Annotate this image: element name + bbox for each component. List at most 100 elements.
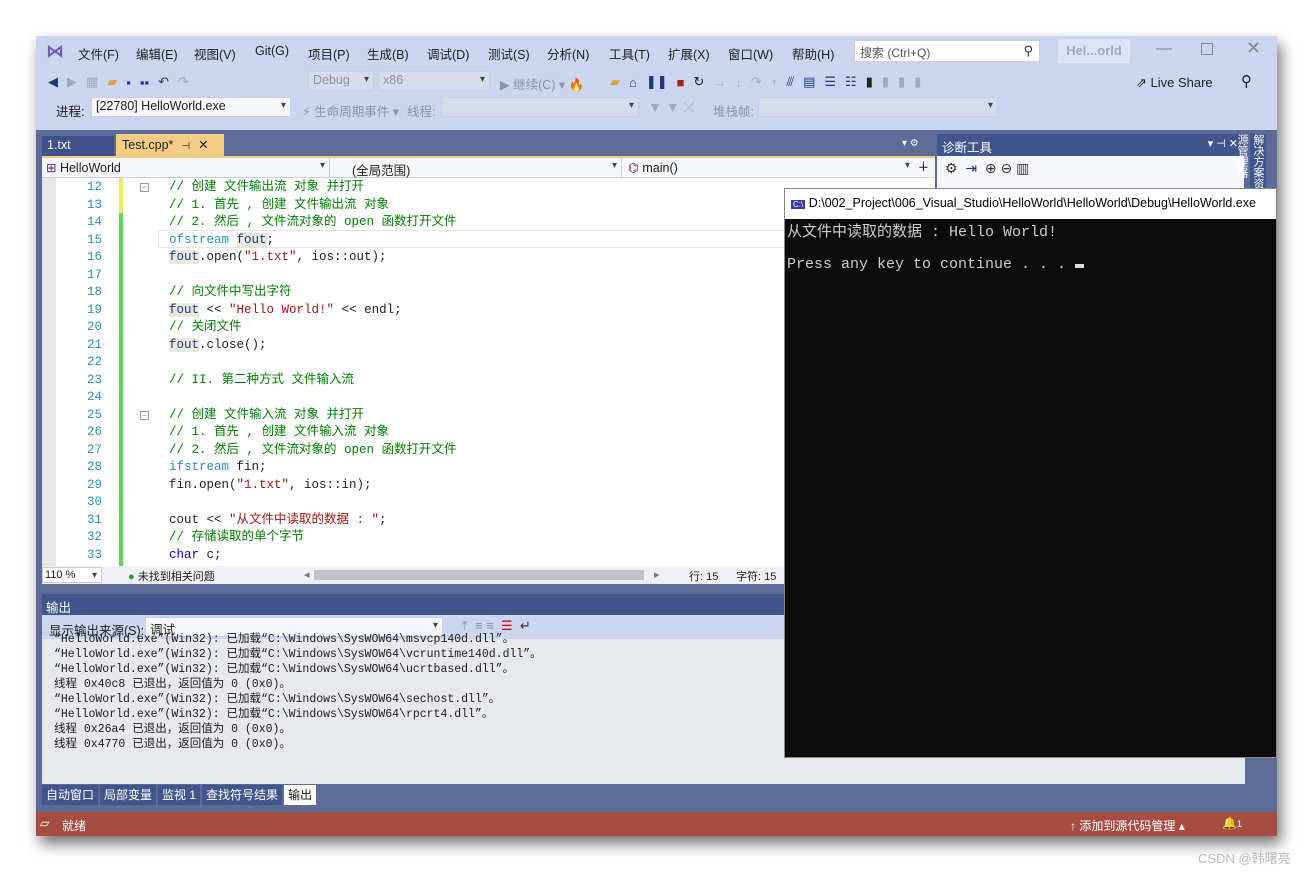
thread-label: 线程: [407,105,436,119]
code-line: 16 fout.open("1.txt", ios::out); [42,249,457,267]
next-message-icon[interactable]: ≡ [486,618,494,633]
code-token: char [169,547,200,562]
maximize-button[interactable] [1201,43,1213,55]
bookmark-next-icon[interactable]: ▮ [898,74,905,90]
menu-item[interactable]: 帮助(H) [792,44,834,63]
bookmark-icon[interactable]: ▤ [803,74,815,90]
menu-item[interactable]: 视图(V) [194,44,236,63]
bookmark-prev-icon[interactable]: ▮ [882,74,889,90]
notifications-icon[interactable]: 🔔1 [1222,816,1242,830]
tab-test-cpp[interactable]: Test.cpp* ⊣ ✕ [116,134,224,156]
bottom-tab[interactable]: 局部变量 [100,785,157,805]
save-all-icon[interactable]: ▪▪ [140,75,149,90]
menu-item[interactable]: 生成(B) [367,44,409,63]
member-select[interactable]: ⌬ main() [624,158,914,178]
open-file-icon[interactable]: ▰ [107,74,117,90]
settings-icon[interactable]: ⚙ [945,160,958,176]
horizontal-scrollbar[interactable] [314,570,644,580]
console-output-line: 从文件中读取的数据 : Hello World! [787,224,1058,241]
uncomment-icon[interactable]: ☷ [845,74,857,90]
step-out-icon[interactable]: ↑ [771,75,778,90]
menu-item[interactable]: 扩展(X) [668,44,710,63]
forward-icon[interactable]: ▶ [67,74,77,90]
step-over-icon[interactable]: ↷ [751,74,762,90]
chart-icon[interactable]: ▥ [1016,160,1029,176]
char-indicator: 字符: 15 [736,571,777,583]
bottom-tab[interactable]: 查找符号结果 [202,785,283,805]
find-icon[interactable]: ▰ [610,74,620,90]
bottom-tab[interactable]: 自动窗口 [42,785,99,805]
search-input[interactable]: 搜索 (Ctrl+Q) ⚲ [854,40,1040,62]
undo-icon[interactable]: ↶ [158,74,169,90]
source-control-button[interactable]: ↑ 添加到源代码管理 ▴ [1070,817,1185,834]
menu-item[interactable]: 文件(F) [78,44,119,63]
bookmark-toggle-icon[interactable]: ▮ [866,74,873,90]
stack-frame-select[interactable] [758,97,998,117]
bottom-tabs: 自动窗口 局部变量 监视 1 查找符号结果 输出 [42,785,318,805]
minimize-button[interactable]: — [1156,40,1172,58]
bottom-tab[interactable]: 监视 1 [158,785,201,805]
code-line: 25 // 创建 文件输入流 对象 并打开 [42,407,457,425]
redo-icon[interactable]: ↷ [178,74,189,90]
scope-select[interactable]: (全局范围) [332,158,622,178]
code-token: << [199,302,230,317]
menu-item[interactable]: 项目(P) [308,44,350,63]
pin-icon[interactable]: ⊣ [181,141,190,152]
process-select[interactable]: [22780] HelloWorld.exe [91,97,291,117]
zoom-select[interactable]: 110 % [42,567,102,583]
scroll-left-icon[interactable]: ◂ [304,568,310,581]
bookmark-clear-icon[interactable]: ▮ [914,74,921,90]
menu-item[interactable]: Git(G) [255,44,289,58]
menu-item[interactable]: 测试(S) [488,44,530,63]
menu-item[interactable]: 工具(T) [609,44,650,63]
issues-indicator[interactable]: ● 未找到相关问题 [128,568,215,584]
save-icon[interactable]: ▪ [126,75,131,90]
console-window[interactable]: C:\ D:\002_Project\006_Visual_Studio\Hel… [784,188,1277,758]
menu-item[interactable]: 编辑(E) [136,44,178,63]
feedback-icon[interactable]: ⚲ [1241,72,1252,90]
close-button[interactable]: ✕ [1246,38,1261,59]
config-select[interactable]: Debug [308,71,374,91]
line-number: 27 [86,442,102,457]
new-project-icon[interactable]: ▦ [86,74,98,90]
scroll-right-icon[interactable]: ▸ [654,568,660,581]
menu-item[interactable]: 分析(N) [547,44,589,63]
zoom-in-icon[interactable]: ⊕ [985,160,997,176]
platform-select[interactable]: x86 [378,71,490,91]
step-into-icon[interactable]: ↓ [735,75,742,90]
lifecycle-events-button[interactable]: ⚡ 生命周期事件 ▾ [302,101,399,120]
show-next-statement-icon[interactable]: → [713,75,726,90]
word-wrap-icon[interactable]: ↵ [520,618,531,633]
menu-item[interactable]: 调试(D) [427,44,469,63]
solution-explorer-tab[interactable]: 解决方案资源管理器 [1236,134,1266,194]
output-text[interactable]: “HelloWorld.exe”(Win32): 已加载“C:\Windows\… [54,632,542,772]
tab-1-txt[interactable]: 1.txt [42,136,114,156]
export-icon[interactable]: ⇥ [965,160,977,176]
comment-icon[interactable]: ☰ [824,74,836,90]
menu-item[interactable]: 窗口(W) [728,44,773,63]
code-text: fout << "Hello World!" << endl; [169,302,402,320]
zoom-out-icon[interactable]: ⊖ [1000,160,1012,176]
split-icon[interactable]: ∔ [918,159,929,175]
project-select[interactable]: ⊞ HelloWorld [42,158,330,178]
bottom-tab[interactable]: 输出 [284,785,317,805]
hot-reload-icon[interactable]: 🔥 [569,78,585,92]
tab-overflow-icon[interactable]: ▾ ⚙ [902,138,919,149]
pause-icon[interactable]: ❚❚ [646,74,668,90]
continue-button[interactable]: ▶ 继续(C) ▾ 🔥 [500,74,584,93]
filter-icon[interactable]: ▼ ▼ ⤫ [648,99,695,116]
back-icon[interactable]: ◀ [48,74,58,90]
line-number: 29 [86,477,102,492]
thread-select[interactable] [441,97,639,117]
goto-icon[interactable]: ⤒ [462,618,468,633]
tab-close-icon[interactable]: ✕ [198,138,208,152]
process-value: [22780] HelloWorld.exe [96,99,226,113]
screenshot-icon[interactable]: ⌂ [629,75,637,90]
clear-all-icon[interactable]: ☰ [501,618,513,633]
prev-message-icon[interactable]: ≡ [475,618,483,633]
stop-icon[interactable]: ■ [677,75,685,90]
restart-icon[interactable]: ↻ [694,74,705,90]
live-share-button[interactable]: ⇗ Live Share [1136,75,1213,91]
hex-icon[interactable]: ⫻ [786,74,794,90]
notification-count: 1 [1236,819,1242,829]
